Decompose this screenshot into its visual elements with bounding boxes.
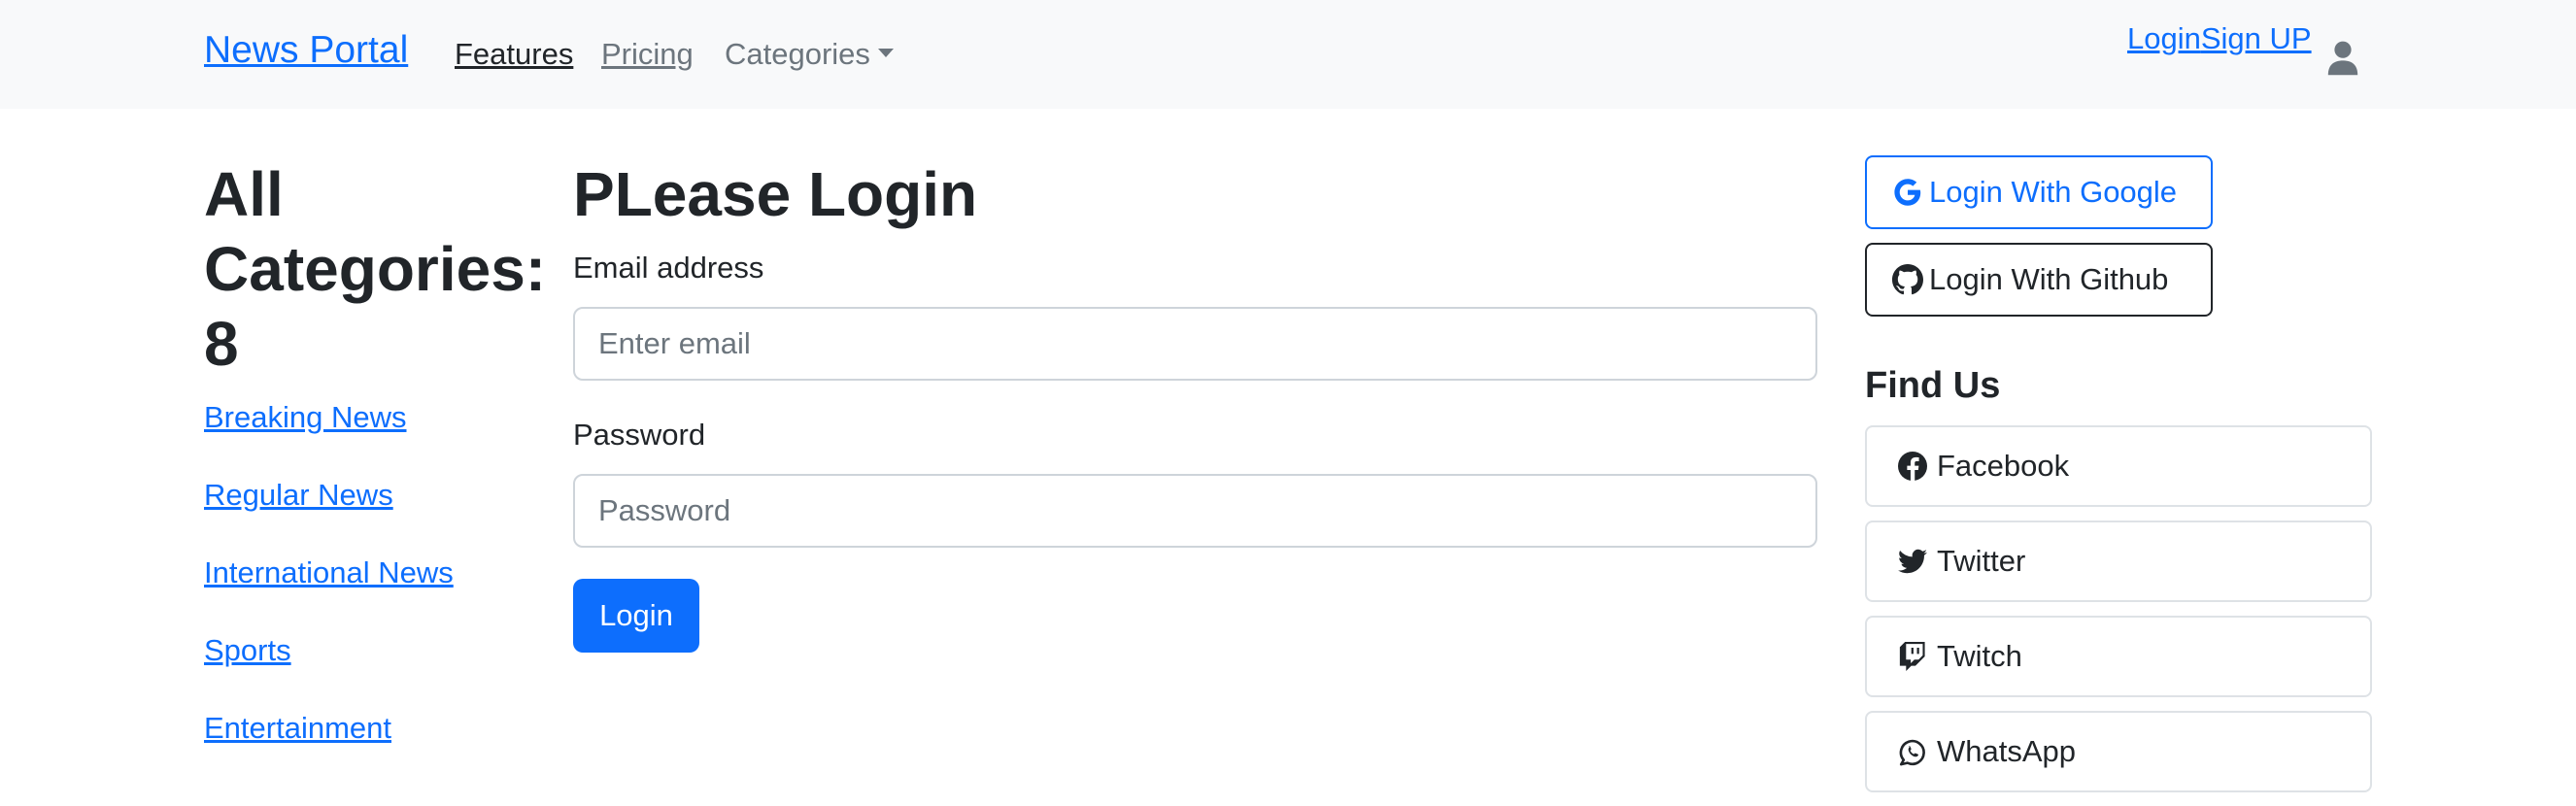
nav-categories-label: Categories <box>725 37 870 71</box>
google-icon <box>1894 179 1921 206</box>
nav-features[interactable]: Features <box>455 37 573 72</box>
category-item: Entertainment <box>204 707 454 785</box>
brand-link[interactable]: News Portal <box>204 29 408 72</box>
login-submit-button[interactable]: Login <box>573 579 699 653</box>
find-us-title: Find Us <box>1865 365 2001 406</box>
category-item: Regular News <box>204 474 454 552</box>
category-item: International News <box>204 552 454 629</box>
nav-pricing[interactable]: Pricing <box>601 37 694 72</box>
find-us-whatsapp[interactable]: WhatsApp <box>1865 711 2372 792</box>
categories-title: All Categories: 8 <box>204 159 547 379</box>
nav-categories-dropdown[interactable]: Categories <box>725 37 894 72</box>
login-link[interactable]: Login <box>2127 21 2201 55</box>
facebook-label: Facebook <box>1937 449 2070 483</box>
whatsapp-icon <box>1899 739 1925 766</box>
category-link-regular-news[interactable]: Regular News <box>204 478 393 512</box>
github-icon <box>1892 264 1923 295</box>
twitch-label: Twitch <box>1937 639 2022 673</box>
category-link-international-news[interactable]: International News <box>204 555 454 589</box>
twitter-label: Twitter <box>1937 544 2026 578</box>
email-label: Email address <box>573 251 764 285</box>
categories-list: Breaking News Regular News International… <box>204 396 454 785</box>
find-us-list: Facebook Twitter Twitch WhatsApp <box>1865 425 2372 806</box>
password-input[interactable] <box>573 474 1817 548</box>
twitch-icon <box>1899 642 1925 671</box>
twitter-icon <box>1898 549 1927 574</box>
login-with-google-button[interactable]: Login With Google <box>1865 155 2213 229</box>
email-input[interactable] <box>573 307 1817 381</box>
whatsapp-label: WhatsApp <box>1937 734 2077 768</box>
auth-links: LoginSign UP <box>2127 21 2312 56</box>
navbar: News Portal Features Pricing Categories … <box>0 0 2576 109</box>
category-link-entertainment[interactable]: Entertainment <box>204 711 391 745</box>
category-link-breaking-news[interactable]: Breaking News <box>204 400 406 434</box>
find-us-twitch[interactable]: Twitch <box>1865 616 2372 697</box>
facebook-icon <box>1898 452 1927 481</box>
login-title: PLease Login <box>573 159 978 229</box>
find-us-twitter[interactable]: Twitter <box>1865 521 2372 602</box>
login-with-github-button[interactable]: Login With Github <box>1865 243 2213 317</box>
user-icon[interactable] <box>2327 41 2358 76</box>
category-item: Sports <box>204 629 454 707</box>
google-button-label: Login With Google <box>1929 175 2178 209</box>
github-button-label: Login With Github <box>1929 262 2169 296</box>
category-link-sports[interactable]: Sports <box>204 633 291 667</box>
find-us-facebook[interactable]: Facebook <box>1865 425 2372 507</box>
signup-link[interactable]: Sign UP <box>2201 21 2312 55</box>
category-item: Breaking News <box>204 396 454 474</box>
caret-down-icon <box>877 49 894 58</box>
password-label: Password <box>573 418 706 452</box>
